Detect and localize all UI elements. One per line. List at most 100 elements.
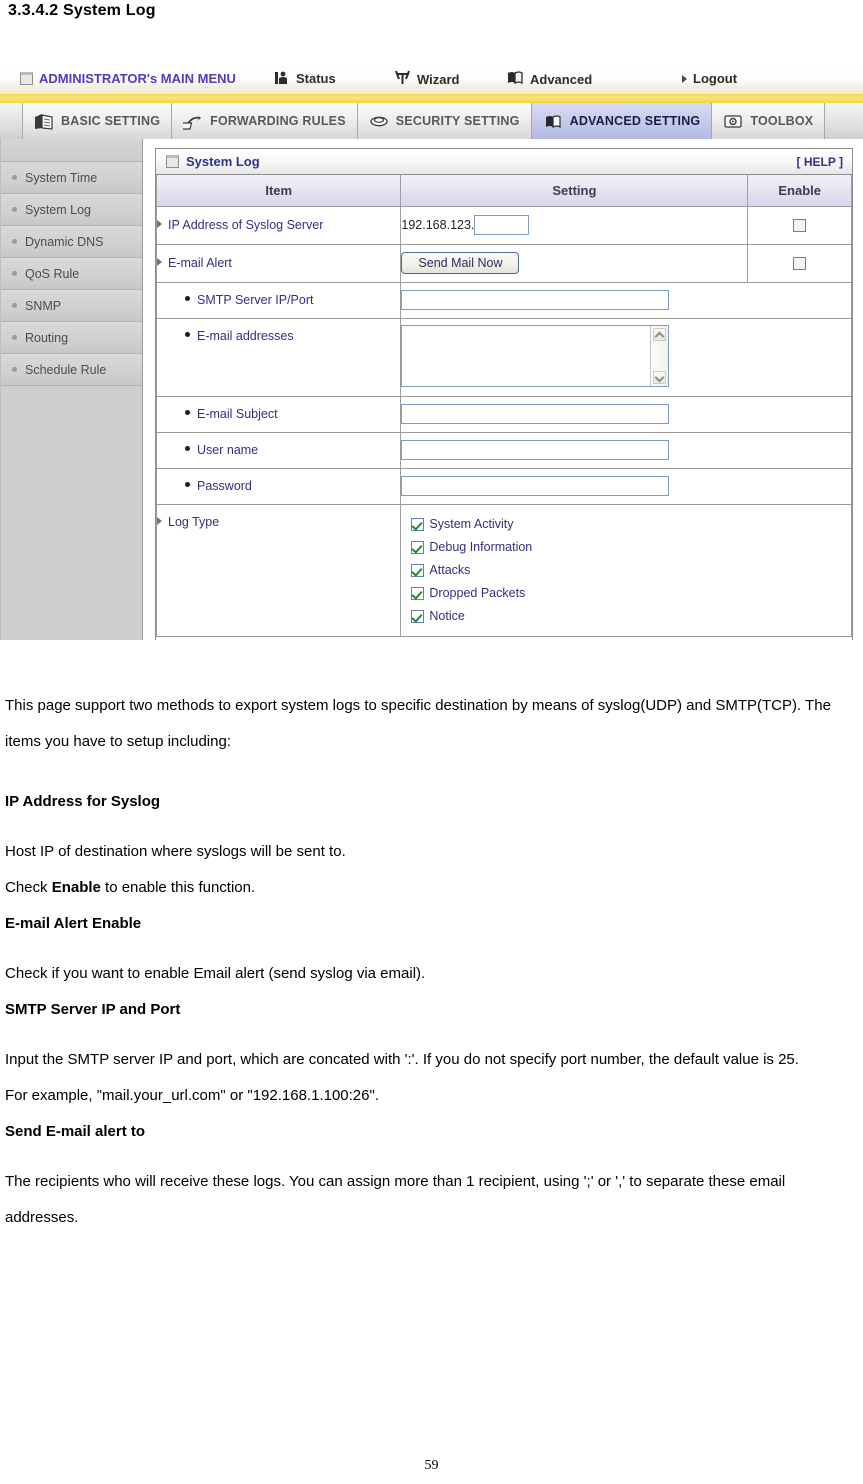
- tab-label: ADVANCED SETTING: [569, 114, 701, 128]
- bullet-icon: [185, 410, 190, 415]
- table-row-email-addresses: E-mail addresses: [155, 318, 852, 397]
- bullet-icon: [12, 175, 17, 180]
- triangle-right-icon: [157, 220, 162, 228]
- menu-item-logout[interactable]: Logout: [682, 70, 737, 87]
- tab-advanced-setting[interactable]: ADVANCED SETTING: [531, 103, 713, 139]
- triangle-right-icon: [157, 258, 162, 266]
- scroll-down-arrow-icon[interactable]: [653, 370, 667, 384]
- row-setting-syslog-ip: 192.168.123.: [400, 206, 749, 245]
- table-row-password: Password: [155, 468, 852, 505]
- checkbox-checked-icon[interactable]: [411, 609, 425, 623]
- checkbox-checked-icon[interactable]: [411, 563, 425, 577]
- log-type-option-label: Debug Information: [429, 540, 533, 554]
- row-label-email-alert: E-mail Alert: [155, 244, 402, 283]
- yellow-accent-strip: [0, 94, 863, 103]
- tab-toolbox[interactable]: TOOLBOX: [712, 103, 826, 139]
- wand-icon: [394, 70, 411, 88]
- page-title: 3.3.4.2 System Log: [8, 2, 156, 19]
- log-type-option-label: Dropped Packets: [429, 586, 526, 600]
- row-setting-password: [400, 468, 852, 505]
- router-ui-screenshot: ADMINISTRATOR's MAIN MENU Status Wizard: [0, 66, 863, 640]
- sidebar-item-routing[interactable]: Routing: [1, 322, 142, 354]
- column-header-enable: Enable: [747, 175, 852, 207]
- row-setting-log-type: System Activity Debug Information Attack…: [400, 504, 852, 637]
- bullet-icon: [12, 367, 17, 372]
- tab-security-setting[interactable]: SECURITY SETTING: [357, 103, 532, 139]
- row-label-log-type: Log Type: [155, 504, 402, 637]
- paragraph-smtp-1: Input the SMTP server IP and port, which…: [5, 1051, 799, 1068]
- sidebar: System Time System Log Dynamic DNS QoS R…: [0, 139, 143, 640]
- checkbox-checked-icon[interactable]: [411, 517, 425, 531]
- send-mail-now-button[interactable]: Send Mail Now: [401, 252, 520, 274]
- heading-smtp-server-ip-and-port: SMTP Server IP and Port: [5, 1001, 181, 1018]
- menu-item-label: Status: [296, 71, 336, 86]
- tab-label: BASIC SETTING: [61, 114, 161, 128]
- window-icon: [166, 155, 179, 168]
- row-label-email-subject: E-mail Subject: [155, 396, 402, 433]
- log-type-option-notice[interactable]: Notice: [411, 605, 851, 628]
- column-header-item: Item: [155, 175, 402, 207]
- log-type-option-system-activity[interactable]: System Activity: [411, 513, 851, 536]
- sidebar-item-snmp[interactable]: SNMP: [1, 290, 142, 322]
- sidebar-top-spacer: [1, 139, 142, 162]
- bullet-icon: [12, 271, 17, 276]
- checkbox-checked-icon[interactable]: [411, 540, 425, 554]
- syslog-enable-checkbox[interactable]: [793, 219, 807, 233]
- paragraph-send-to: The recipients who will receive these lo…: [5, 1173, 786, 1226]
- row-label-syslog-ip: IP Address of Syslog Server: [155, 206, 402, 245]
- menu-item-label: ADMINISTRATOR's MAIN MENU: [39, 71, 236, 86]
- sidebar-item-dynamic-dns[interactable]: Dynamic DNS: [1, 226, 142, 258]
- password-input[interactable]: [401, 476, 670, 496]
- books-icon: [506, 70, 524, 88]
- row-label-text: Password: [197, 479, 252, 493]
- sidebar-item-system-time[interactable]: System Time: [1, 162, 142, 194]
- menu-item-advanced[interactable]: Advanced: [506, 70, 592, 88]
- log-type-option-label: Attacks: [429, 563, 471, 577]
- smtp-server-input[interactable]: [401, 290, 670, 310]
- help-link[interactable]: [ HELP ]: [797, 155, 843, 169]
- table-row-smtp-server: SMTP Server IP/Port: [155, 282, 852, 319]
- menu-item-administrator-main-menu[interactable]: ADMINISTRATOR's MAIN MENU: [20, 70, 236, 87]
- log-type-option-attacks[interactable]: Attacks: [411, 559, 851, 582]
- row-setting-email-addresses: [400, 318, 852, 397]
- ui-body: System Time System Log Dynamic DNS QoS R…: [0, 139, 863, 640]
- bullet-icon: [12, 239, 17, 244]
- check-enable-pre: Check: [5, 879, 52, 896]
- sidebar-item-label: System Time: [25, 170, 98, 185]
- sidebar-item-system-log[interactable]: System Log: [1, 194, 142, 226]
- email-alert-enable-checkbox[interactable]: [793, 257, 807, 271]
- syslog-ip-suffix-input[interactable]: [474, 215, 530, 235]
- email-addresses-textarea[interactable]: [401, 324, 670, 387]
- log-type-option-debug-information[interactable]: Debug Information: [411, 536, 851, 559]
- paragraph-host-ip: Host IP of destination where syslogs wil…: [5, 843, 346, 860]
- menu-item-status[interactable]: Status: [274, 70, 336, 87]
- tab-basic-setting[interactable]: BASIC SETTING: [22, 103, 173, 139]
- sidebar-item-schedule-rule[interactable]: Schedule Rule: [1, 354, 142, 386]
- sidebar-item-qos-rule[interactable]: QoS Rule: [1, 258, 142, 290]
- panel-title: System Log: [166, 154, 260, 169]
- row-label-text: E-mail Subject: [197, 407, 278, 421]
- person-icon: [274, 71, 290, 86]
- top-menu-bar: ADMINISTRATOR's MAIN MENU Status Wizard: [0, 66, 863, 103]
- table-row-email-alert: E-mail Alert Send Mail Now: [155, 244, 852, 283]
- sidebar-item-label: System Log: [25, 202, 92, 217]
- menu-item-wizard[interactable]: Wizard: [394, 70, 460, 88]
- log-type-option-dropped-packets[interactable]: Dropped Packets: [411, 582, 851, 605]
- paragraph-check-enable: Check Enable to enable this function.: [5, 870, 835, 906]
- tab-label: FORWARDING RULES: [210, 114, 346, 128]
- tab-forwarding-rules[interactable]: FORWARDING RULES: [172, 103, 358, 139]
- textarea-scrollbar[interactable]: [650, 325, 669, 386]
- books-stack-icon: [543, 113, 563, 130]
- checkbox-checked-icon[interactable]: [411, 586, 425, 600]
- scroll-up-arrow-icon[interactable]: [653, 327, 667, 341]
- email-subject-input[interactable]: [401, 404, 670, 424]
- system-log-settings-table: Item Setting Enable IP Address of Syslog…: [155, 175, 852, 637]
- bullet-icon: [185, 446, 190, 451]
- user-name-input[interactable]: [401, 440, 670, 460]
- sidebar-item-label: SNMP: [25, 298, 62, 313]
- heading-ip-address-for-syslog: IP Address for Syslog: [5, 793, 161, 810]
- bullet-icon: [12, 207, 17, 212]
- row-label-user-name: User name: [155, 432, 402, 469]
- heading-send-email-alert-to: Send E-mail alert to: [5, 1123, 146, 1140]
- table-row-user-name: User name: [155, 432, 852, 469]
